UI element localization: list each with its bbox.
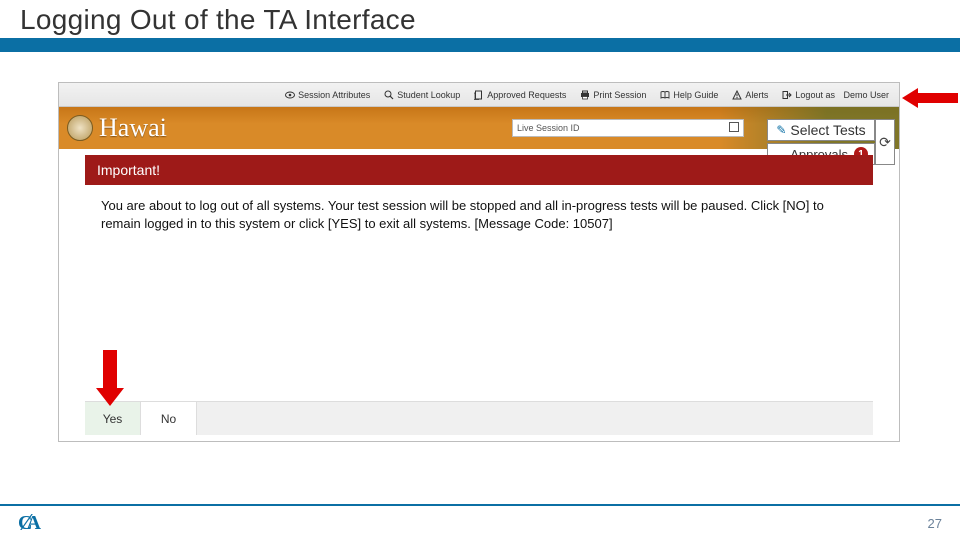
brand-title: Hawai [99, 113, 167, 143]
pencil-icon: ✎ [776, 123, 786, 137]
toolbar-item-label: Session Attributes [298, 90, 370, 100]
slide-title: Logging Out of the TA Interface [20, 4, 416, 36]
modal-message: You are about to log out of all systems.… [101, 198, 824, 231]
toolbar-session-attributes[interactable]: Session Attributes [285, 90, 370, 100]
modal-title: Important! [97, 162, 160, 178]
book-icon [660, 90, 670, 100]
footer-logo: C⁄A [18, 512, 43, 535]
eye-icon [285, 90, 295, 100]
modal-footer: Yes No [85, 401, 873, 435]
modal-body: You are about to log out of all systems.… [85, 185, 873, 401]
printer-icon [580, 90, 590, 100]
toolbar-item-label: Help Guide [673, 90, 718, 100]
toolbar-student-lookup[interactable]: Student Lookup [384, 90, 460, 100]
logout-icon [782, 90, 792, 100]
annotation-arrow-logout [902, 86, 958, 115]
logo-a: ⁄A [26, 512, 38, 534]
app-toolbar: Session Attributes Student Lookup Approv… [59, 83, 899, 107]
title-underline [0, 38, 960, 52]
select-tests-button[interactable]: ✎ Select Tests [767, 119, 875, 141]
modal-yes-label: Yes [103, 412, 123, 426]
refresh-icon: ⟳ [879, 134, 891, 151]
doc-icon [474, 90, 484, 100]
toolbar-item-label: Alerts [745, 90, 768, 100]
popout-icon[interactable] [729, 122, 739, 132]
toolbar-approved-requests[interactable]: Approved Requests [474, 90, 566, 100]
toolbar-item-label: Approved Requests [487, 90, 566, 100]
logout-modal: Important! You are about to log out of a… [85, 155, 873, 435]
slide-title-zone: Logging Out of the TA Interface [0, 0, 960, 52]
logout-username: Demo User [843, 90, 889, 100]
session-id-label: Live Session ID [517, 123, 580, 133]
toolbar-help-guide[interactable]: Help Guide [660, 90, 718, 100]
refresh-button[interactable]: ⟳ [875, 119, 895, 165]
toolbar-item-label: Student Lookup [397, 90, 460, 100]
search-icon [384, 90, 394, 100]
modal-no-label: No [161, 412, 176, 426]
annotation-arrow-yes [94, 350, 126, 411]
toolbar-logout[interactable]: Logout as Demo User [782, 90, 889, 100]
session-id-box[interactable]: Live Session ID [512, 119, 744, 137]
toolbar-print-session[interactable]: Print Session [580, 90, 646, 100]
modal-no-button[interactable]: No [141, 402, 197, 435]
logout-prefix: Logout as [795, 90, 835, 100]
alert-icon [732, 90, 742, 100]
toolbar-item-label: Print Session [593, 90, 646, 100]
slide-number: 27 [928, 516, 942, 531]
modal-header: Important! [85, 155, 873, 185]
ta-interface-screenshot: Session Attributes Student Lookup Approv… [58, 82, 900, 442]
select-tests-label: Select Tests [790, 122, 865, 138]
brand-seal-icon [67, 115, 93, 141]
slide-footer: C⁄A 27 [0, 504, 960, 540]
toolbar-alerts[interactable]: Alerts [732, 90, 768, 100]
